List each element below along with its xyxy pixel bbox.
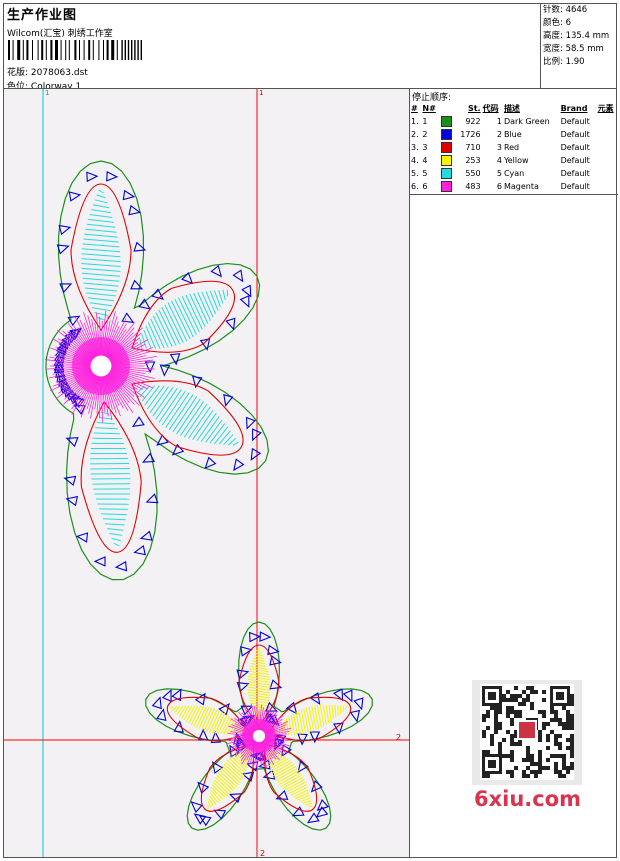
row-index: 3. — [411, 143, 419, 152]
row-swatch — [440, 128, 455, 141]
row-swatch — [440, 115, 455, 128]
row-brand: Default — [560, 156, 590, 165]
col-brand: Brand — [560, 104, 588, 113]
stat-stitches: 针数: 4646 — [543, 5, 588, 15]
col-code: 代码 — [482, 104, 499, 113]
row-code: 2 — [496, 130, 502, 139]
row-index: 1. — [411, 117, 419, 126]
row-description: Yellow — [503, 156, 529, 165]
row-swatch — [440, 167, 455, 180]
table-header-row: # N# St. 代码 描述 Brand 元素 — [410, 102, 618, 115]
row-description: Blue — [503, 130, 522, 139]
row-code: 5 — [496, 169, 502, 178]
guide-label-top-cyan: 1 — [45, 89, 49, 97]
row-index: 6. — [411, 182, 419, 191]
design-stats: 针数: 4646 颜色: 6 高度: 135.4 mm 宽度: 58.5 mm … — [540, 4, 617, 88]
color-swatch — [440, 116, 452, 127]
row-needle: 4 — [422, 156, 428, 165]
row-description: Magenta — [503, 182, 539, 191]
color-swatch — [440, 129, 452, 140]
stat-height: 高度: 135.4 mm — [543, 31, 610, 41]
row-description: Red — [503, 143, 520, 152]
col-element: 元素 — [597, 104, 614, 113]
row-stitches: 550 — [465, 169, 481, 178]
row-code: 4 — [496, 156, 502, 165]
row-code: 6 — [496, 182, 502, 191]
row-brand: Default — [560, 169, 590, 178]
guide-label-top-red: 1 — [259, 89, 263, 97]
row-needle: 6 — [422, 182, 428, 191]
row-index: 2. — [411, 130, 419, 139]
table-row[interactable]: 5. 5 550 5 Cyan Default — [410, 167, 618, 180]
color-swatch — [440, 181, 452, 192]
row-needle: 3 — [422, 143, 428, 152]
row-description: Dark Green — [503, 117, 550, 126]
color-swatch — [440, 155, 452, 166]
guide-label-right-red: 2 — [396, 733, 401, 742]
design-label: 花版: — [7, 68, 29, 78]
row-brand: Default — [560, 143, 590, 152]
design-value: 2078063.dst — [30, 68, 88, 78]
col-swatch — [440, 102, 455, 115]
barcode — [8, 40, 142, 60]
row-stitches: 253 — [465, 156, 481, 165]
row-index: 5. — [411, 169, 419, 178]
software-subtitle: Wilcom(汇宝) 刺绣工作室 — [7, 29, 113, 39]
stat-width: 宽度: 58.5 mm — [543, 44, 604, 54]
row-code: 3 — [496, 143, 502, 152]
qr-code — [472, 680, 582, 785]
row-needle: 5 — [422, 169, 428, 178]
guide-label-bottom-red: 2 — [260, 849, 265, 857]
sheet-title: 生产作业图 — [7, 8, 78, 23]
col-description: 描述 — [503, 104, 520, 113]
color-swatch — [440, 168, 452, 179]
row-swatch — [440, 141, 455, 154]
stop-sequence-table: # N# St. 代码 描述 Brand 元素 1. 1 922 1 Dark Gree… — [410, 102, 618, 193]
table-row[interactable]: 6. 6 483 6 Magenta Default — [410, 180, 618, 193]
stat-colors: 颜色: 6 — [543, 18, 571, 28]
row-description: Cyan — [503, 169, 525, 178]
panel-divider — [410, 194, 618, 195]
embroidery-preview: 1 1 2 2 — [4, 89, 409, 857]
col-stitches: St. — [467, 104, 481, 113]
row-brand: Default — [560, 130, 590, 139]
row-element — [597, 167, 618, 180]
row-swatch — [440, 180, 455, 193]
row-element — [597, 180, 618, 193]
row-element — [597, 128, 618, 141]
table-row[interactable]: 2. 2 1726 2 Blue Default — [410, 128, 618, 141]
row-element — [597, 154, 618, 167]
small-flower — [145, 621, 373, 831]
table-row[interactable]: 4. 4 253 4 Yellow Default — [410, 154, 618, 167]
stat-scale: 比例: 1.90 — [543, 57, 585, 67]
col-needle: N# — [422, 104, 436, 113]
row-element — [597, 141, 618, 154]
row-stitches: 483 — [465, 182, 481, 191]
design-name-row: 花版: 2078063.dst — [7, 65, 88, 78]
large-flower — [44, 160, 270, 581]
col-index: # — [411, 104, 418, 113]
table-row[interactable]: 3. 3 710 3 Red Default — [410, 141, 618, 154]
row-stitches: 922 — [465, 117, 481, 126]
row-element — [597, 115, 618, 128]
design-canvas[interactable]: 1 1 2 2 — [4, 89, 409, 857]
row-needle: 1 — [422, 117, 428, 126]
watermark-text: 6xiu.com — [474, 787, 582, 811]
row-swatch — [440, 154, 455, 167]
row-index: 4. — [411, 156, 419, 165]
table-row[interactable]: 1. 1 922 1 Dark Green Default — [410, 115, 618, 128]
row-stitches: 710 — [465, 143, 481, 152]
row-brand: Default — [560, 182, 590, 191]
row-needle: 2 — [422, 130, 428, 139]
header: 生产作业图 Wilcom(汇宝) 刺绣工作室 花版: 2078063.dst 色… — [5, 4, 535, 92]
row-brand: Default — [560, 117, 590, 126]
row-stitches: 1726 — [460, 130, 481, 139]
row-code: 1 — [496, 117, 502, 126]
color-swatch — [440, 142, 452, 153]
